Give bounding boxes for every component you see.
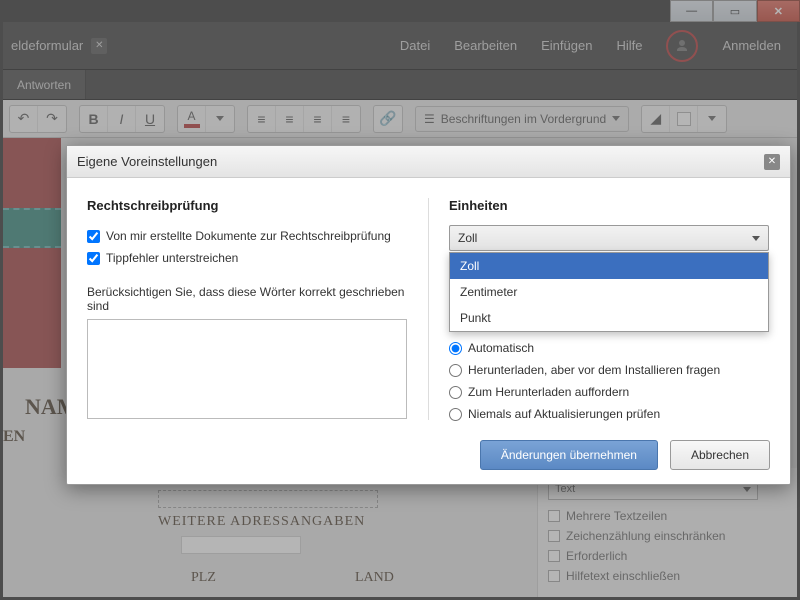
unit-option-punkt[interactable]: Punkt [450,305,768,331]
update-ask-install[interactable]: Herunterladen, aber vor dem Installieren… [449,359,770,381]
chevron-down-icon [752,236,760,241]
unit-option-zoll[interactable]: Zoll [450,253,768,279]
apply-button[interactable]: Änderungen übernehmen [480,440,658,470]
chk-spellcheck-docs[interactable]: Von mir erstellte Dokumente zur Rechtsch… [87,225,408,247]
ignore-words-label: Berücksichtigen Sie, dass diese Wörter k… [87,285,408,313]
units-current-value: Zoll [458,231,477,245]
units-heading: Einheiten [449,198,770,213]
chk-spellcheck-docs-box[interactable] [87,230,100,243]
cancel-button[interactable]: Abbrechen [670,440,770,470]
update-options: Automatisch Herunterladen, aber vor dem … [449,337,770,425]
spellcheck-heading: Rechtschreibprüfung [87,198,408,213]
update-auto[interactable]: Automatisch [449,337,770,359]
update-never[interactable]: Niemals auf Aktualisierungen prüfen [449,403,770,425]
unit-option-zentimeter[interactable]: Zentimeter [450,279,768,305]
update-ask-download[interactable]: Zum Herunterladen auffordern [449,381,770,403]
ignore-words-textarea[interactable] [87,319,407,419]
chk-underline-typos[interactable]: Tippfehler unterstreichen [87,247,408,269]
dialog-title: Eigene Voreinstellungen [77,154,217,169]
dialog-close-icon[interactable]: ✕ [764,154,780,170]
preferences-dialog: Eigene Voreinstellungen ✕ Rechtschreibpr… [66,145,791,485]
units-dropdown: Zoll Zentimeter Punkt [449,252,769,332]
chk-underline-typos-box[interactable] [87,252,100,265]
units-select[interactable]: Zoll [449,225,769,251]
